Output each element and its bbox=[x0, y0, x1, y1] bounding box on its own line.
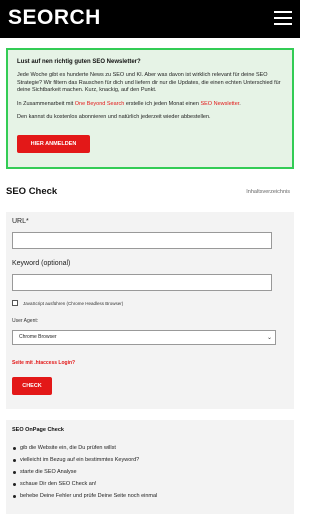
onpage-check-box: SEO OnPage Check gib die Website ein, di… bbox=[6, 420, 294, 514]
javascript-checkbox[interactable] bbox=[12, 300, 18, 306]
keyword-input[interactable] bbox=[12, 274, 272, 291]
newsletter-text: . bbox=[239, 100, 241, 107]
list-item: vielleicht im Bezug auf ein bestimmtes K… bbox=[12, 457, 288, 469]
list-item: schaue Dir den SEO Check an! bbox=[12, 481, 288, 493]
list-item: starte die SEO Analyse bbox=[12, 469, 288, 481]
keyword-label: Keyword (optional) bbox=[12, 260, 71, 267]
newsletter-paragraph-3: Den kannst du kostenlos abonnieren und n… bbox=[17, 114, 211, 120]
newsletter-text: In Zusammenarbeit mit bbox=[17, 100, 75, 107]
site-logo[interactable]: SEORCH bbox=[8, 6, 101, 30]
one-beyond-search-link[interactable]: One Beyond Search bbox=[75, 101, 125, 107]
subscribe-button[interactable]: HIER ANMELDEN bbox=[17, 135, 90, 153]
seo-check-heading: SEO Check bbox=[6, 186, 58, 197]
newsletter-text: erstelle ich jeden Monat einen bbox=[124, 100, 201, 107]
onpage-steps-list: gib die Website ein, die Du prüfen wills… bbox=[12, 445, 288, 505]
htaccess-login-link[interactable]: Seite mit .htaccess Login? bbox=[12, 360, 75, 366]
seo-newsletter-link[interactable]: SEO Newsletter bbox=[200, 101, 239, 107]
menu-line bbox=[274, 17, 292, 19]
user-agent-select[interactable]: Chrome Browser ⌄ bbox=[12, 330, 276, 345]
newsletter-paragraph-2: In Zusammenarbeit mit One Beyond Search … bbox=[17, 101, 283, 109]
url-input[interactable] bbox=[12, 232, 272, 249]
menu-line bbox=[274, 11, 292, 13]
newsletter-title: Lust auf nen richtig guten SEO Newslette… bbox=[17, 59, 141, 65]
hamburger-menu-icon[interactable] bbox=[274, 11, 292, 25]
list-item: behebe Deine Fehler und prüfe Deine Seit… bbox=[12, 493, 288, 505]
top-header: SEORCH bbox=[0, 0, 300, 38]
newsletter-paragraph-1: Jede Woche gibt es hunderte News zu SEO … bbox=[17, 72, 281, 93]
toc-link[interactable]: Inhaltsverzeichnis bbox=[246, 189, 290, 195]
chevron-down-icon: ⌄ bbox=[266, 335, 272, 341]
newsletter-box: Lust auf nen richtig guten SEO Newslette… bbox=[6, 48, 294, 169]
user-agent-label: User Agent: bbox=[12, 318, 39, 324]
seo-check-form: URL* Keyword (optional) JavaScript ausfü… bbox=[6, 212, 294, 409]
javascript-label: JavaScript ausführen (Chrome Headless Br… bbox=[23, 301, 124, 306]
user-agent-value: Chrome Browser bbox=[19, 334, 57, 340]
menu-line bbox=[274, 23, 292, 25]
onpage-title: SEO OnPage Check bbox=[12, 427, 64, 433]
check-button[interactable]: CHECK bbox=[12, 377, 52, 395]
url-label: URL* bbox=[12, 218, 29, 225]
list-item: gib die Website ein, die Du prüfen wills… bbox=[12, 445, 288, 457]
